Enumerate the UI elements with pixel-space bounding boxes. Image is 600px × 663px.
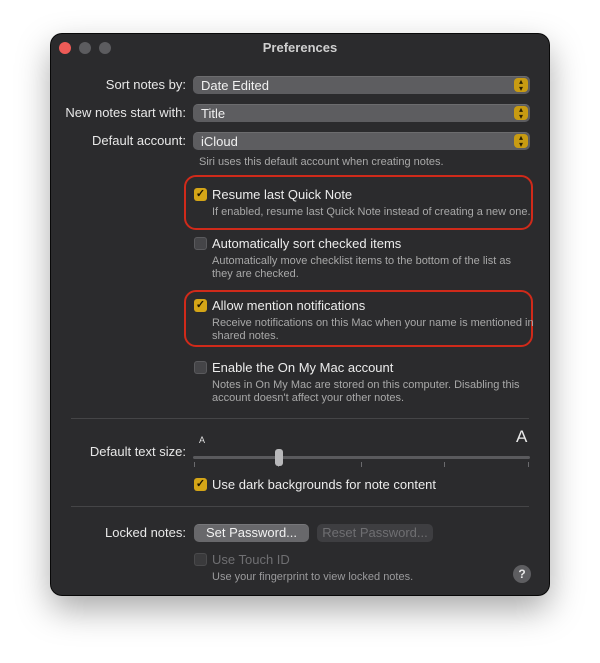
auto-sort-desc-line2: they are checked. xyxy=(212,268,299,280)
locked-notes-label: Locked notes: xyxy=(105,525,186,540)
mention-notifications-desc-line1: Receive notifications on this Mac when y… xyxy=(212,317,534,329)
small-text-icon: A xyxy=(199,435,206,445)
touch-id-label: Use Touch ID xyxy=(212,552,290,567)
on-my-mac-desc-line1: Notes in On My Mac are stored on this co… xyxy=(212,379,520,391)
dark-backgrounds-label: Use dark backgrounds for note content xyxy=(212,477,437,492)
auto-sort-checkbox[interactable] xyxy=(194,237,207,250)
checkmark-icon: ✓ xyxy=(195,188,206,200)
default-account-label: Default account: xyxy=(92,133,186,148)
chevron-updown-icon: ▴ ▾ xyxy=(514,78,528,93)
slider-tick xyxy=(444,462,445,467)
large-text-icon: A xyxy=(516,427,528,446)
set-password-button[interactable]: Set Password... xyxy=(194,524,309,542)
auto-sort-label: Automatically sort checked items xyxy=(212,236,402,251)
on-my-mac-label: Enable the On My Mac account xyxy=(212,360,394,375)
new-notes-label: New notes start with: xyxy=(65,105,186,120)
mention-notifications-desc-line2: shared notes. xyxy=(212,330,279,342)
slider-tick xyxy=(194,462,195,467)
reset-password-button[interactable]: Reset Password... xyxy=(317,524,433,542)
resume-quick-note-label: Resume last Quick Note xyxy=(212,187,353,202)
auto-sort-desc-line1: Automatically move checklist items to th… xyxy=(212,255,511,267)
checkmark-icon: ✓ xyxy=(195,299,206,311)
window-title: Preferences xyxy=(262,40,338,55)
new-notes-value: Title xyxy=(201,106,226,121)
resume-quick-note-checkbox[interactable]: ✓ xyxy=(194,188,207,201)
help-button[interactable]: ? xyxy=(513,565,531,583)
separator xyxy=(71,418,529,419)
resume-quick-note-desc: If enabled, resume last Quick Note inste… xyxy=(212,206,531,218)
sort-notes-label: Sort notes by: xyxy=(105,77,186,92)
touch-id-checkbox[interactable] xyxy=(194,553,207,566)
sort-notes-popup[interactable]: Date Edited ▴ ▾ xyxy=(193,76,530,94)
on-my-mac-desc-line2: account doesn't affect your other notes. xyxy=(212,392,405,404)
checkmark-icon: ✓ xyxy=(195,478,206,490)
separator xyxy=(71,506,529,507)
chevron-updown-icon: ▴ ▾ xyxy=(514,134,528,149)
default-account-value: iCloud xyxy=(201,134,238,149)
sort-notes-value: Date Edited xyxy=(201,78,269,93)
dark-backgrounds-checkbox[interactable]: ✓ xyxy=(194,478,207,491)
on-my-mac-checkbox[interactable] xyxy=(194,361,207,374)
slider-tick xyxy=(361,462,362,467)
text-size-slider-knob[interactable] xyxy=(275,449,283,466)
highlight-outline xyxy=(184,175,533,230)
chevron-updown-icon: ▴ ▾ xyxy=(514,106,528,121)
title-bar: Preferences xyxy=(51,34,549,60)
default-account-popup[interactable]: iCloud ▴ ▾ xyxy=(193,132,530,150)
text-size-label: Default text size: xyxy=(89,444,186,459)
slider-tick xyxy=(528,462,529,467)
preferences-window: Preferences Sort notes by: Date Edited ▴… xyxy=(51,34,549,595)
new-notes-popup[interactable]: Title ▴ ▾ xyxy=(193,104,530,122)
text-size-slider-track[interactable] xyxy=(193,456,530,459)
mention-notifications-label: Allow mention notifications xyxy=(212,298,366,313)
default-account-note: Siri uses this default account when crea… xyxy=(199,156,444,168)
mention-notifications-checkbox[interactable]: ✓ xyxy=(194,299,207,312)
touch-id-desc: Use your fingerprint to view locked note… xyxy=(212,571,414,583)
